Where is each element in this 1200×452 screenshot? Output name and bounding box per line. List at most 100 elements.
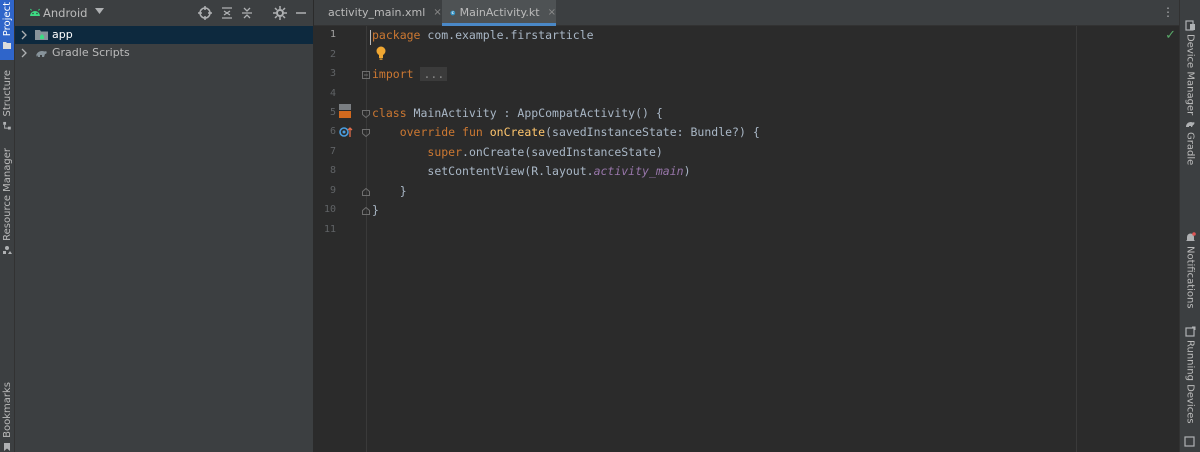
fold-marker-icon[interactable] [362, 71, 370, 79]
bookmarks-label: Bookmarks [1, 382, 13, 438]
bookmark-icon [4, 442, 10, 451]
code-line-11: } [372, 203, 379, 217]
running-devices-tool-tab[interactable]: Running Devices [1183, 326, 1197, 424]
line-number: 1 [329, 29, 336, 40]
line-number: 4 [329, 88, 336, 99]
notifications-label: Notifications [1184, 246, 1196, 309]
text-cursor [370, 30, 371, 45]
code-line-10: } [372, 184, 407, 198]
line-number: 5 [329, 107, 336, 118]
layout-gutter-icon[interactable] [339, 104, 351, 118]
gutter-separator [366, 26, 367, 452]
expand-all-icon[interactable] [220, 6, 234, 20]
code-line-6: class MainActivity : AppCompatActivity()… [372, 106, 663, 120]
code-text: ) [683, 164, 691, 178]
left-tool-strip: Project Structure Resource Manager Bookm… [0, 0, 15, 452]
fold-marker-icon[interactable] [362, 188, 370, 196]
project-tool-tab[interactable]: Project [0, 0, 14, 60]
code-text: setContentView(R.layout. [427, 164, 594, 178]
gradle-label: Gradle [1184, 132, 1196, 166]
resource-manager-label: Resource Manager [1, 148, 13, 241]
line-number: 7 [329, 146, 336, 157]
code-text: com.example.firstarticle [420, 28, 594, 42]
keyword: super [427, 145, 463, 159]
code-editor[interactable]: 1 2 3 4 5 6 7 8 9 10 11 package com.exam… [314, 26, 1180, 452]
select-opened-file-icon[interactable] [198, 6, 212, 20]
notification-bell-icon [1185, 232, 1196, 241]
tab-activity-main-xml[interactable]: </> activity_main.xml × [318, 0, 442, 25]
tab-label: activity_main.xml [328, 6, 426, 19]
line-number: 11 [323, 224, 336, 235]
line-number: 9 [329, 185, 336, 196]
line-number: 10 [323, 204, 336, 215]
device-manager-label: Device Manager [1184, 34, 1196, 116]
gradle-icon [1185, 122, 1194, 127]
inspection-ok-icon[interactable]: ✓ [1165, 28, 1176, 43]
editor-area: </> activity_main.xml × C MainActivity.k… [314, 0, 1180, 452]
resource-manager-tool-tab[interactable]: Resource Manager [0, 148, 14, 258]
bottom-strip-icon[interactable] [1184, 436, 1195, 447]
structure-tool-tab[interactable]: Structure [0, 70, 14, 130]
tab-label: MainActivity.kt [459, 6, 540, 19]
fold-marker-icon[interactable] [362, 207, 370, 215]
android-icon [30, 8, 40, 16]
code-line-8: super.onCreate(savedInstanceState) [372, 145, 662, 159]
tabs-more-menu[interactable]: ⋮ [1162, 5, 1174, 19]
gear-icon[interactable] [273, 6, 287, 20]
tree-item-app[interactable]: app [15, 26, 313, 44]
device-manager-tool-tab[interactable]: Device Manager [1183, 20, 1197, 115]
close-icon[interactable]: × [433, 7, 441, 18]
chevron-right-icon[interactable] [21, 30, 28, 40]
code-line-3: import ... [372, 67, 448, 81]
running-devices-label: Running Devices [1184, 340, 1196, 424]
editor-tab-bar: </> activity_main.xml × C MainActivity.k… [314, 0, 1180, 26]
structure-icon [3, 121, 11, 130]
project-tool-label: Project [1, 2, 13, 37]
code-line-9: setContentView(R.layout.activity_main) [372, 164, 691, 178]
collapsed-imports[interactable]: ... [420, 67, 448, 81]
line-number: 3 [329, 68, 336, 79]
fold-marker-icon[interactable] [362, 110, 370, 118]
gradle-icon [36, 51, 47, 57]
collapse-all-icon[interactable] [240, 6, 254, 20]
bookmarks-tool-tab[interactable]: Bookmarks [0, 382, 14, 452]
device-manager-icon [1184, 20, 1195, 31]
code-line-7: override fun onCreate(savedInstanceState… [372, 125, 760, 139]
code-line-1: package com.example.firstarticle [372, 28, 594, 42]
chevron-down-icon[interactable] [95, 8, 104, 14]
resource-manager-icon [3, 245, 12, 254]
right-tool-strip: Device Manager Gradle Notifications Runn… [1179, 0, 1200, 452]
tree-item-gradle-scripts[interactable]: Gradle Scripts [15, 44, 313, 62]
project-view-selector[interactable]: Android [43, 6, 87, 20]
kotlin-class-icon: C [450, 10, 456, 15]
keyword: import [372, 67, 414, 81]
gradle-tool-tab[interactable]: Gradle [1183, 118, 1197, 165]
function-name: onCreate [482, 125, 546, 139]
fold-marker-icon[interactable] [362, 129, 370, 137]
close-icon[interactable]: × [548, 7, 556, 18]
line-number: 6 [329, 126, 336, 137]
keyword: override fun [399, 125, 483, 139]
project-panel-header: Android [15, 0, 313, 26]
tab-mainactivity-kt[interactable]: C MainActivity.kt × [442, 0, 556, 26]
code-text: (savedInstanceState: Bundle?) { [545, 125, 760, 139]
code-text: MainActivity : AppCompatActivity() { [406, 106, 663, 120]
right-margin-guide [1076, 26, 1077, 452]
notifications-tool-tab[interactable]: Notifications [1183, 232, 1197, 309]
line-number: 2 [329, 49, 336, 60]
hide-icon[interactable] [294, 6, 308, 20]
line-number: 8 [329, 165, 336, 176]
field-reference: activity_main [593, 164, 684, 178]
structure-tool-label: Structure [1, 70, 13, 117]
chevron-right-icon[interactable] [21, 48, 28, 58]
tree-item-label: app [52, 28, 73, 41]
lightbulb-icon[interactable] [376, 46, 386, 60]
tree-item-label: Gradle Scripts [52, 46, 130, 59]
override-gutter-icon[interactable] [339, 126, 353, 138]
project-panel: Android app Gradle Scripts [15, 0, 314, 452]
keyword: package [372, 28, 421, 42]
folder-icon [3, 42, 11, 50]
